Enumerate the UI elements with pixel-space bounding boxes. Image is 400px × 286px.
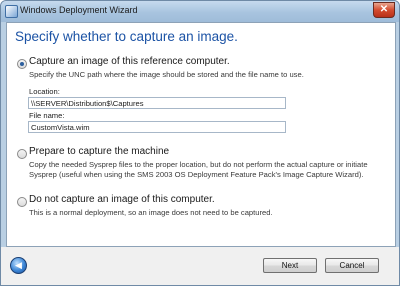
window-title: Windows Deployment Wizard — [20, 5, 138, 15]
cancel-button[interactable]: Cancel — [325, 258, 379, 273]
close-button[interactable]: ✕ — [373, 2, 395, 18]
file-name-label: File name: — [29, 111, 65, 120]
no-capture-description: This is a normal deployment, so an image… — [29, 208, 273, 217]
title-bar[interactable]: Windows Deployment Wizard ✕ — [1, 1, 399, 22]
app-icon — [5, 5, 18, 18]
location-label: Location: — [29, 87, 60, 96]
capture-image-label[interactable]: Capture an image of this reference compu… — [29, 56, 230, 67]
no-capture-label[interactable]: Do not capture an image of this computer… — [29, 194, 215, 205]
page-title: Specify whether to capture an image. — [15, 29, 238, 44]
location-input[interactable]: \\SERVER\Distribution$\Captures — [28, 97, 286, 109]
back-arrow-icon[interactable]: ◀ — [10, 257, 27, 274]
wizard-content: Specify whether to capture an image. Cap… — [6, 22, 396, 247]
file-name-input[interactable]: CustomVista.wim — [28, 121, 286, 133]
prepare-capture-label[interactable]: Prepare to capture the machine — [29, 146, 169, 157]
prepare-capture-radio[interactable] — [17, 149, 27, 159]
next-button[interactable]: Next — [263, 258, 317, 273]
wizard-footer: ◀ Next Cancel — [1, 247, 399, 285]
no-capture-radio[interactable] — [17, 197, 27, 207]
capture-image-description: Specify the UNC path where the image sho… — [29, 70, 304, 79]
prepare-capture-description-line2: Sysprep (useful when using the SMS 2003 … — [29, 170, 364, 179]
wizard-window: Windows Deployment Wizard ✕ Specify whet… — [0, 0, 400, 286]
capture-image-radio[interactable] — [17, 59, 27, 69]
